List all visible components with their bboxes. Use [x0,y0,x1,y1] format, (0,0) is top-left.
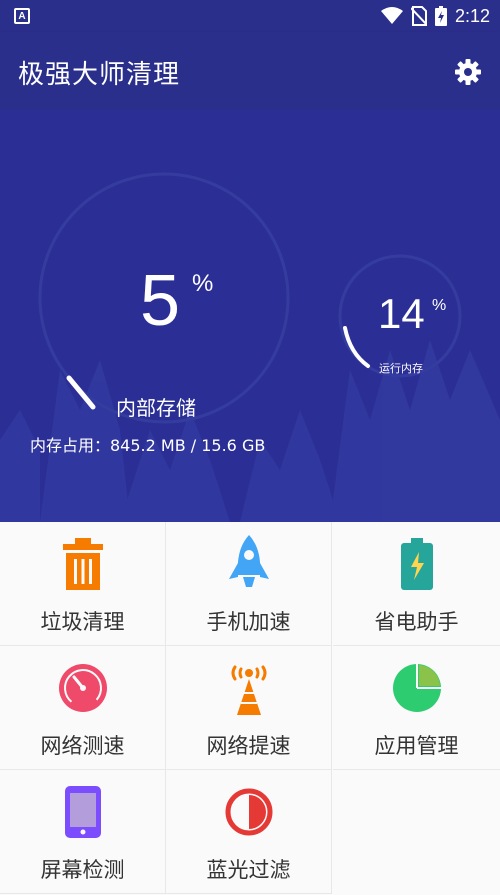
pie-chart-icon [387,658,447,718]
tool-label: 网络测速 [40,734,125,758]
ram-label: 运行内存 [379,362,423,375]
tool-blue-light-filter[interactable]: 蓝光过滤 [166,770,332,894]
storage-label: 内部存储 [116,396,196,420]
storage-percent-sign: % [192,270,214,297]
phone-screen-icon [53,782,113,842]
tool-label: 应用管理 [374,734,459,758]
tool-label: 蓝光过滤 [206,858,291,882]
clock: 2:12 [454,5,490,26]
tools-grid: 垃圾清理 手机加速 省电助手 网络测速 网络提速 应用管理 屏幕检测 蓝光过滤 [0,522,500,895]
ram-percent-sign: % [432,297,447,314]
battery-icon [387,534,447,594]
tool-junk-clean[interactable]: 垃圾清理 [0,522,166,646]
app-toolbar: 极强大师清理 [0,32,500,110]
speedometer-icon [53,658,113,718]
hero-background [0,172,500,522]
tool-label: 网络提速 [206,734,291,758]
storage-percent: 5 [140,261,181,341]
tool-screen-test[interactable]: 屏幕检测 [0,770,166,894]
tool-network-boost[interactable]: 网络提速 [166,646,332,770]
tool-network-speed-test[interactable]: 网络测速 [0,646,166,770]
tool-label: 垃圾清理 [40,610,125,634]
app-notification-icon: A [14,8,30,24]
storage-usage-text: 内存占用：845.2 MB / 15.6 GB [30,436,266,455]
app-title: 极强大师清理 [18,60,181,90]
half-circle-icon [219,782,279,842]
rocket-icon [219,534,279,594]
gear-icon[interactable] [454,58,482,86]
status-icons: 2:12 [380,5,490,26]
tool-label: 手机加速 [206,610,291,634]
ram-percent: 14 [378,290,425,337]
storage-overview: 5 % 内部存储 内存占用：845.2 MB / 15.6 GB 14 % 运行… [0,110,500,522]
wifi-icon [380,7,403,25]
trash-icon [53,534,113,594]
tool-app-manager[interactable]: 应用管理 [333,646,500,770]
status-bar: A 2:12 [0,0,500,32]
tool-phone-boost[interactable]: 手机加速 [166,522,332,646]
no-sim-icon [410,6,427,26]
tool-power-saver[interactable]: 省电助手 [333,522,500,646]
tool-label: 屏幕检测 [40,858,125,882]
signal-tower-icon [219,658,279,718]
tool-label: 省电助手 [374,610,459,634]
battery-charging-icon [434,6,447,26]
